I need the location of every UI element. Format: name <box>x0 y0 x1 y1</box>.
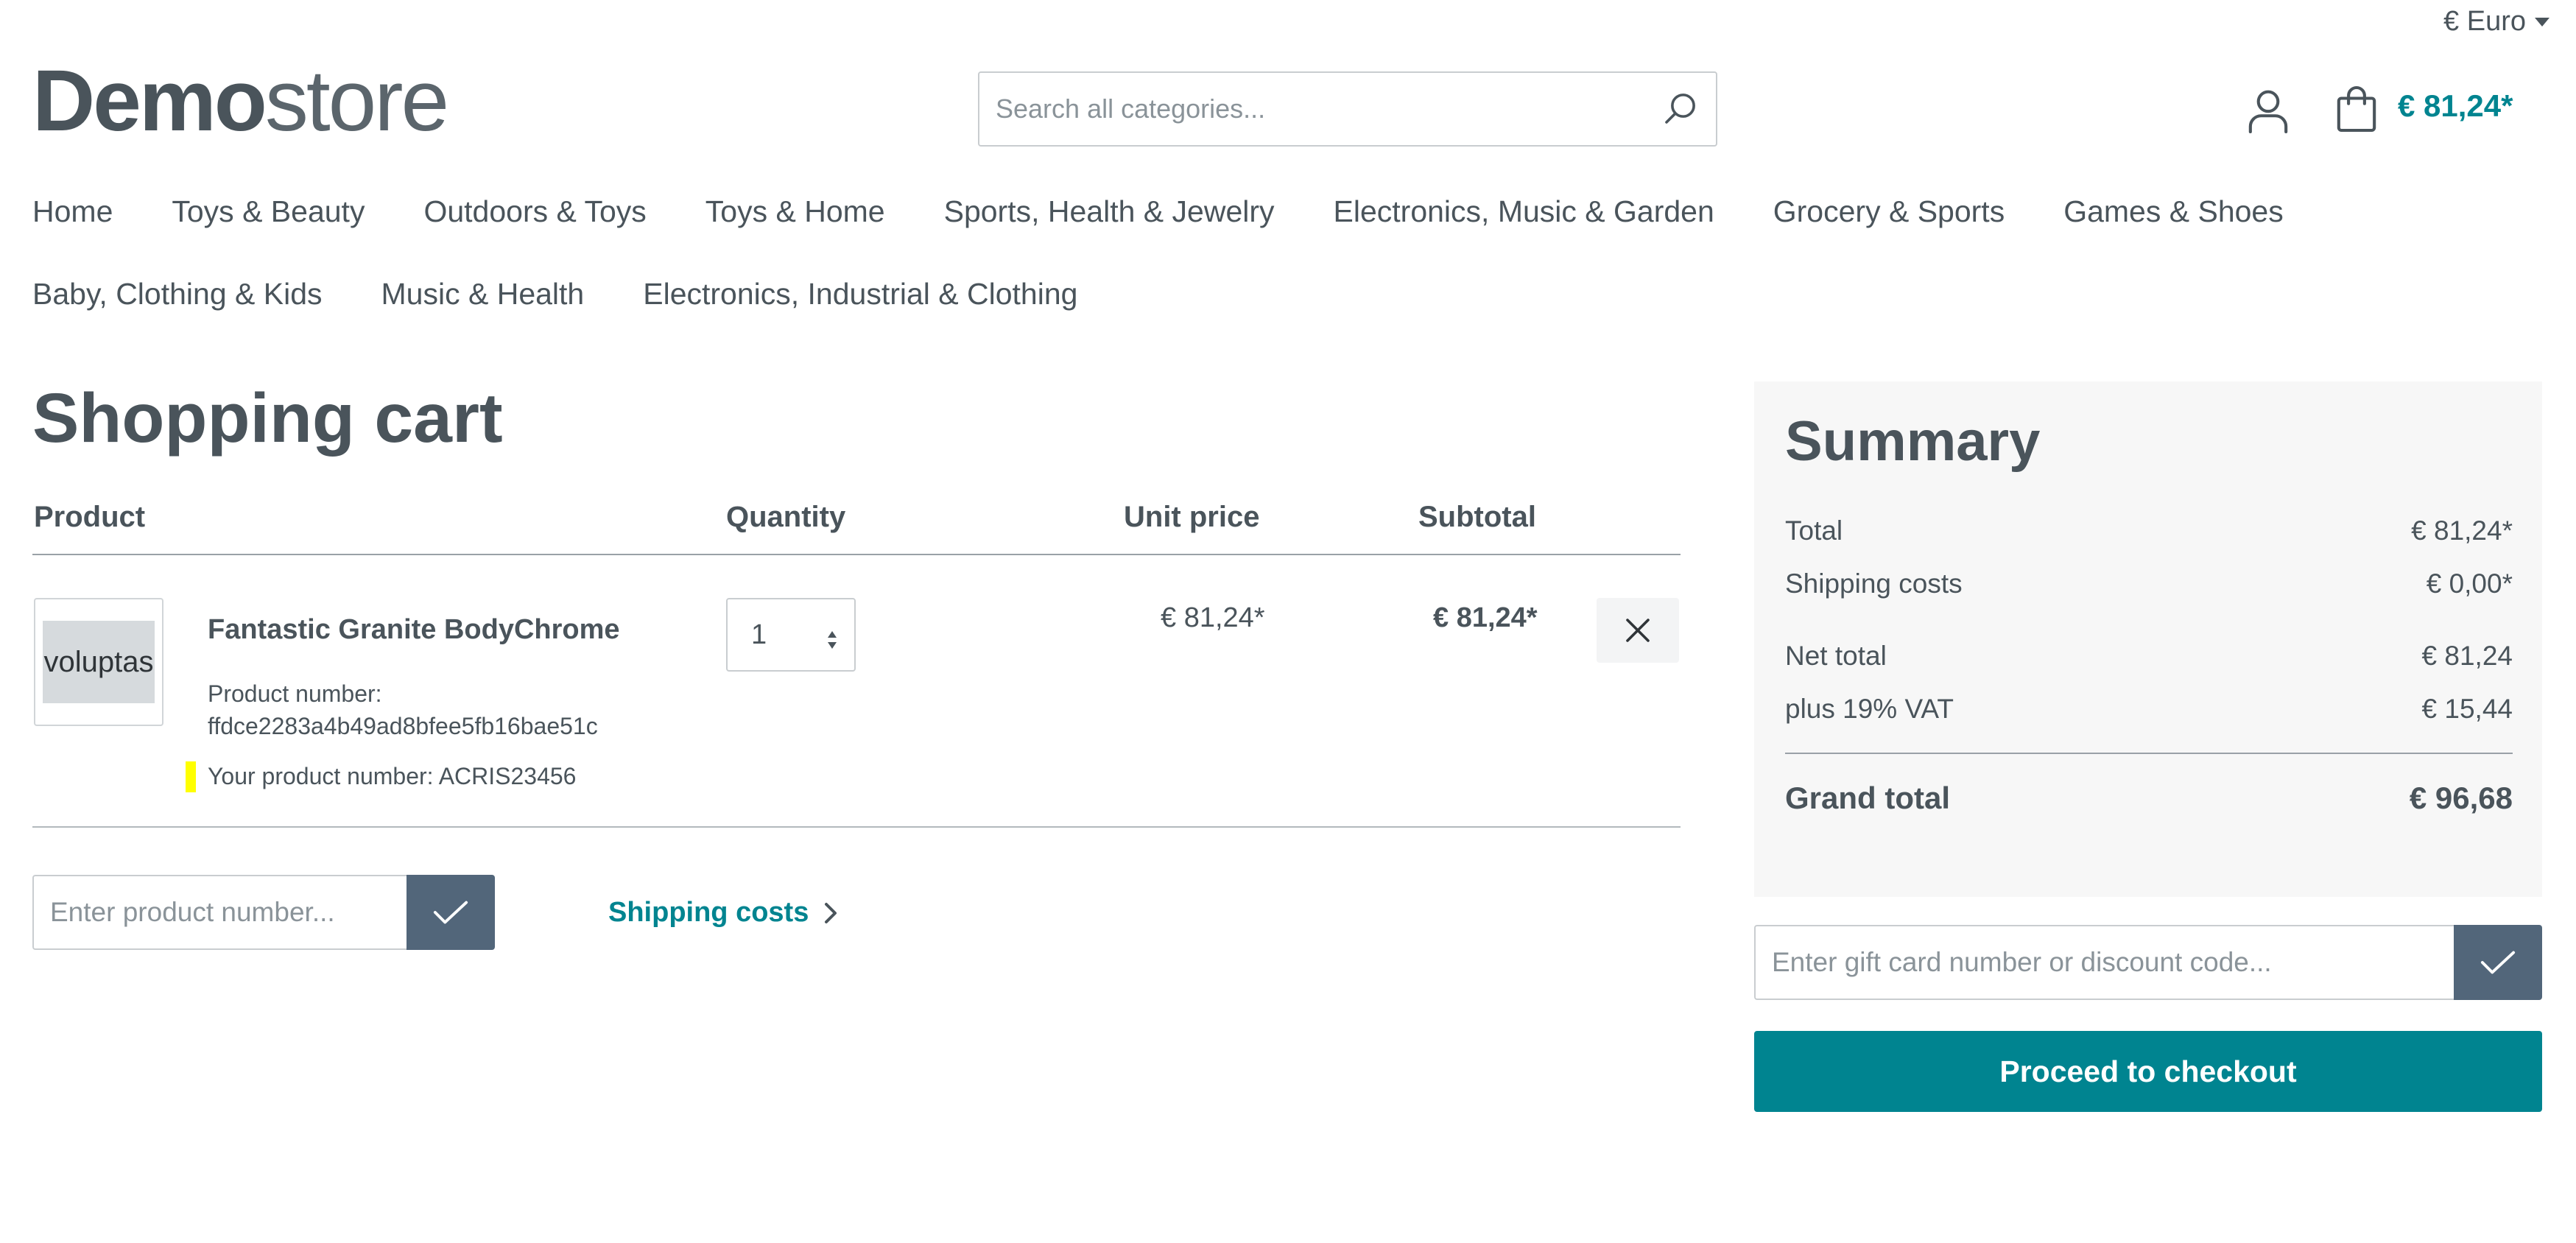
nav-item-games-shoes[interactable]: Games & Shoes <box>2063 193 2284 230</box>
nav-item-toys-beauty[interactable]: Toys & Beauty <box>172 193 365 230</box>
shopping-cart-page: € Euro Demostore € 81,24* Home Toys <box>0 0 2576 1243</box>
summary-row-shipping: Shipping costs € 0,00* <box>1785 568 2513 599</box>
grand-total-value: € 96,68 <box>2409 781 2513 815</box>
store-logo[interactable]: Demostore <box>32 57 449 144</box>
line-subtotal: € 81,24* <box>1433 602 1538 633</box>
shipping-costs-link[interactable]: Shipping costs <box>608 897 838 929</box>
checkmark-icon <box>2480 951 2516 974</box>
chevron-right-icon <box>825 902 837 923</box>
quantity-select[interactable]: 1 <box>726 598 856 672</box>
nav-item-electronics-music-garden[interactable]: Electronics, Music & Garden <box>1334 193 1714 230</box>
nav-item-music-health[interactable]: Music & Health <box>381 275 585 312</box>
search-icon[interactable] <box>1660 89 1700 129</box>
shopping-bag-icon[interactable] <box>2332 82 2382 135</box>
nav-item-sports-health-jewelry[interactable]: Sports, Health & Jewelry <box>944 193 1275 230</box>
summary-row-grand-total: Grand total € 96,68 <box>1785 781 2513 816</box>
summary-label: Shipping costs <box>1785 568 1963 599</box>
your-product-number: Your product number: ACRIS23456 <box>208 763 577 789</box>
currency-label: € Euro <box>2443 6 2526 37</box>
product-number-field <box>32 875 407 950</box>
nav-item-toys-home[interactable]: Toys & Home <box>705 193 885 230</box>
nav-item-electronics-industrial-clothing[interactable]: Electronics, Industrial & Clothing <box>643 275 1077 312</box>
summary-value: € 81,24* <box>2411 515 2513 546</box>
summary-label: plus 19% VAT <box>1785 694 1954 724</box>
close-icon <box>1626 619 1650 642</box>
search-input[interactable] <box>996 94 1660 124</box>
add-product-form <box>32 875 495 950</box>
product-image-placeholder: voluptas <box>43 621 155 703</box>
product-number-label: Product number: <box>208 680 382 707</box>
summary-row-net-total: Net total € 81,24 <box>1785 641 2513 672</box>
summary-row-total: Total € 81,24* <box>1785 515 2513 546</box>
grand-total-label: Grand total <box>1785 781 1951 815</box>
summary-value: € 0,00* <box>2426 568 2513 599</box>
summary-row-vat: plus 19% VAT € 15,44 <box>1785 694 2513 725</box>
logo-light-text: store <box>264 52 449 149</box>
chevron-down-icon <box>2535 17 2549 27</box>
page-title: Shopping cart <box>32 379 503 457</box>
nav-item-outdoors-toys[interactable]: Outdoors & Toys <box>423 193 646 230</box>
add-product-button[interactable] <box>407 875 495 950</box>
summary-divider <box>1785 753 2513 754</box>
highlight-marker <box>186 761 196 792</box>
discount-code-input[interactable] <box>1772 947 2438 978</box>
account-icon[interactable] <box>2242 84 2295 137</box>
apply-discount-button[interactable] <box>2454 925 2542 1000</box>
search-bar <box>978 71 1717 147</box>
discount-code-field <box>1754 925 2454 1000</box>
summary-value: € 81,24 <box>2421 641 2513 671</box>
remove-item-button[interactable] <box>1597 598 1679 663</box>
column-header-product: Product <box>34 501 146 533</box>
product-number-input[interactable] <box>50 897 390 928</box>
discount-code-form <box>1754 925 2542 1000</box>
column-header-quantity: Quantity <box>726 501 846 533</box>
summary-label: Net total <box>1785 641 1887 671</box>
nav-item-baby-clothing-kids[interactable]: Baby, Clothing & Kids <box>32 275 323 312</box>
shipping-costs-label: Shipping costs <box>608 897 809 928</box>
summary-label: Total <box>1785 515 1843 546</box>
nav-item-grocery-sports[interactable]: Grocery & Sports <box>1773 193 2005 230</box>
checkmark-icon <box>433 901 468 924</box>
product-number-value: ffdce2283a4b49ad8bfee5fb16bae51c <box>208 713 598 739</box>
nav-item-home[interactable]: Home <box>32 193 113 230</box>
quantity-value: 1 <box>751 619 767 650</box>
column-header-unit-price: Unit price <box>1124 501 1260 533</box>
select-arrows-icon <box>826 626 838 658</box>
product-name-link[interactable]: Fantastic Granite BodyChrome <box>208 614 620 646</box>
line-item-divider <box>32 826 1681 828</box>
summary-title: Summary <box>1785 410 2041 473</box>
proceed-to-checkout-button[interactable]: Proceed to checkout <box>1754 1031 2542 1112</box>
main-navigation: Home Toys & Beauty Outdoors & Toys Toys … <box>32 193 2499 312</box>
column-header-subtotal: Subtotal <box>1418 501 1536 533</box>
product-image[interactable]: voluptas <box>34 598 163 726</box>
logo-bold-text: Demo <box>32 52 267 149</box>
currency-switcher[interactable]: € Euro <box>2443 6 2549 38</box>
table-header-divider <box>32 554 1681 555</box>
header-cart-total[interactable]: € 81,24* <box>2398 88 2513 124</box>
unit-price: € 81,24* <box>1161 602 1265 633</box>
summary-value: € 15,44 <box>2421 694 2513 724</box>
